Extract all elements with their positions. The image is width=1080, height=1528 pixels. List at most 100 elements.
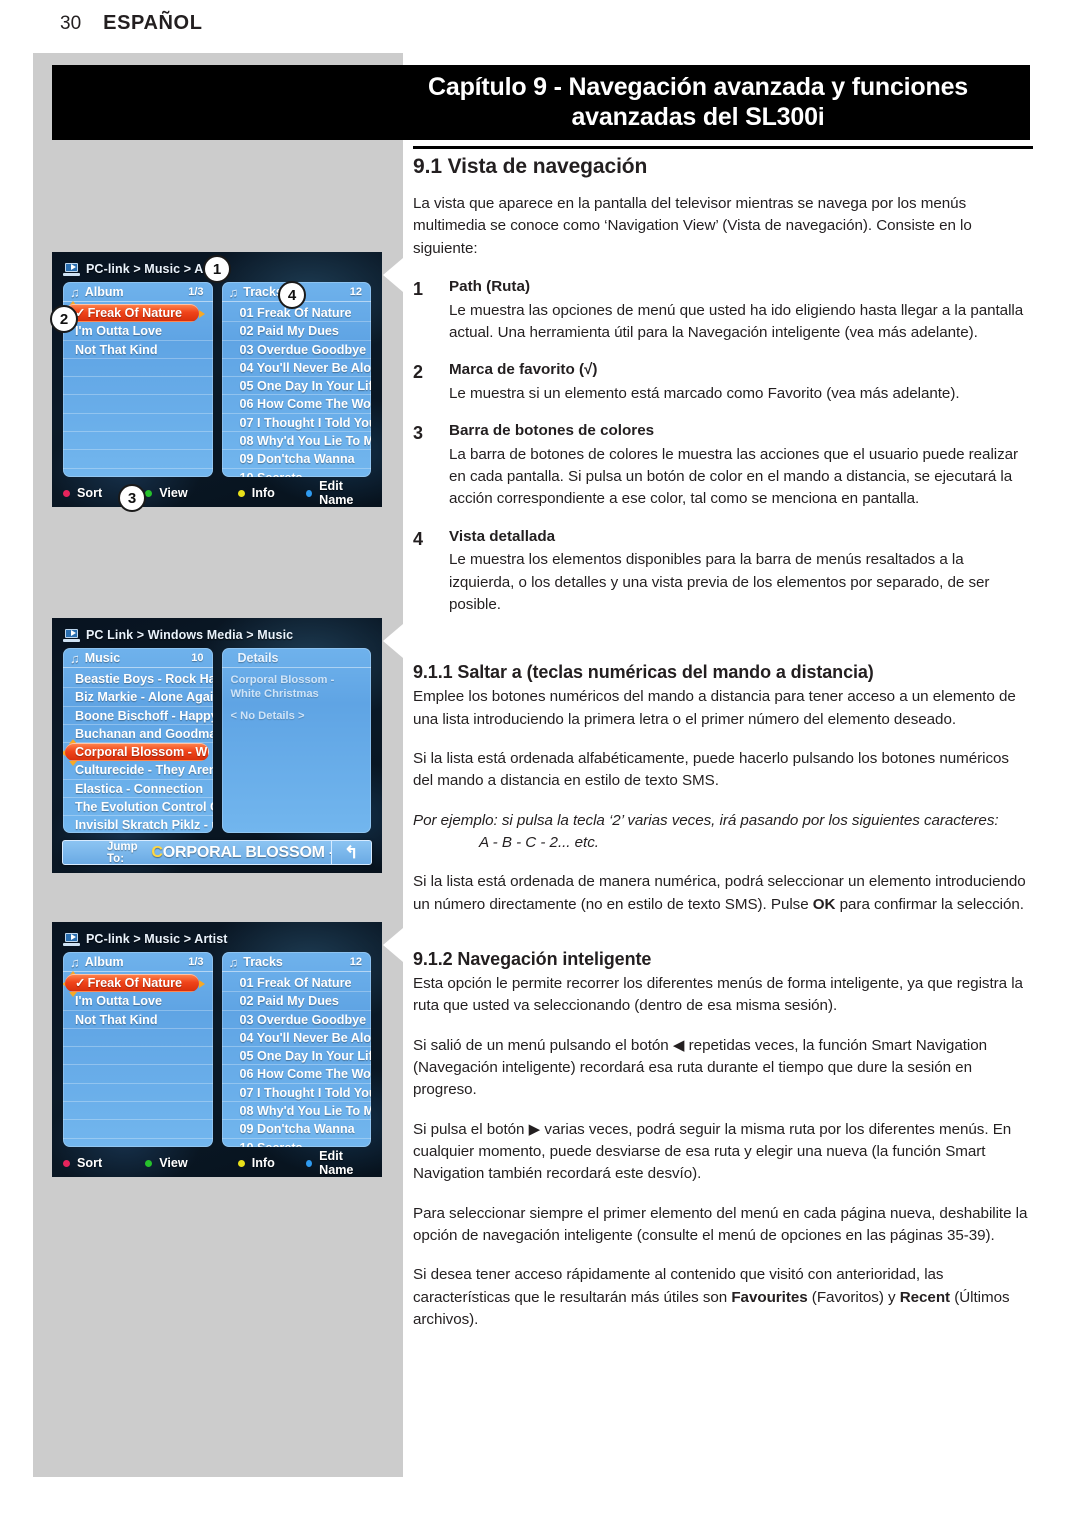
list-item[interactable]: 10 Secrets <box>222 1139 372 1147</box>
chapter-banner: Capítulo 9 - Navegación avanzada y funci… <box>52 65 1030 140</box>
tv3-left-rows: ✓ Freak Of Nature I'm Outta Love Not That… <box>63 971 213 1147</box>
list-item[interactable]: Corporal Blossom - Whit <box>65 743 209 762</box>
track-label: 04 You'll Never Be Alon <box>239 1030 372 1045</box>
list-item[interactable]: 08 Why'd You Lie To M <box>221 432 371 451</box>
list-item[interactable]: 04 You'll Never Be Alon <box>221 359 371 378</box>
list-item[interactable]: 03 Overdue Goodbye <box>221 341 371 359</box>
color-button-info[interactable]: Info <box>237 1156 307 1170</box>
tv2-path-bar: PC Link > Windows Media > Music <box>63 624 374 646</box>
color-button-sort-label: Sort <box>77 1156 103 1170</box>
list-item[interactable]: 08 Why'd You Lie To M <box>221 1102 371 1121</box>
tv1-right-pane[interactable]: ♫ Tracks 12 01 Freak Of Nature 02 Paid My… <box>221 282 372 477</box>
color-button-sort[interactable]: Sort <box>63 1156 145 1170</box>
color-button-edit-name[interactable]: Edit Name <box>306 479 371 507</box>
list-item[interactable]: ✓ Freak Of Nature <box>65 304 199 323</box>
tv3-left-pane[interactable]: ♫ Album 1/3 ✓ Freak Of Nature I'm Outta Lo… <box>63 952 213 1147</box>
list-item[interactable]: 09 Don'tcha Wanna <box>221 450 371 469</box>
pc-link-icon <box>63 628 80 642</box>
list-item[interactable]: Boone Bischoff - Happy I <box>63 707 213 725</box>
color-button-edit-name[interactable]: Edit Name <box>306 1149 371 1177</box>
list-item[interactable]: The Evolution Control Co <box>63 798 213 817</box>
track-label: 10 Secrets <box>240 471 303 477</box>
tv2-details-line1: Corporal Blossom - White Christmas <box>230 674 335 700</box>
list-item[interactable]: 07 I Thought I Told You <box>221 414 371 433</box>
green-dot-icon <box>145 1159 153 1167</box>
track-label: 03 Overdue Goodbye <box>239 342 367 357</box>
blue-dot-icon <box>306 1159 313 1167</box>
enter-key-icon[interactable]: ↰ <box>330 841 371 864</box>
color-button-view-label: View <box>159 1156 188 1170</box>
list-item[interactable]: Not That Kind <box>63 1011 213 1029</box>
color-button-sort-label: Sort <box>77 486 103 500</box>
subsection-912-p1: Esta opción le permite recorrer los dife… <box>413 974 1023 1015</box>
list-item[interactable]: Beastie Boys - Rock Har <box>63 670 213 689</box>
pc-link-icon <box>63 932 80 946</box>
numbered-item-2-title: Marca de favorito (√) <box>449 361 598 379</box>
subsection-912-p5: Si desea tener acceso rápidamente al con… <box>413 1264 1033 1331</box>
color-button-info-label: Info <box>251 1156 275 1170</box>
numbered-item-3-number: 3 <box>413 423 424 444</box>
callout-pointer-triangle-1 <box>383 258 403 292</box>
list-empty-row <box>63 1102 213 1121</box>
list-item[interactable]: Biz Markie - Alone Again <box>63 688 213 707</box>
list-empty-row <box>63 1084 213 1103</box>
tv2-left-pane-title: Music <box>84 651 121 665</box>
list-item[interactable]: 02 Paid My Dues <box>221 992 371 1011</box>
tv2-left-pane[interactable]: ♫ Music 10 Beastie Boys - Rock Har Biz Ma… <box>63 648 213 833</box>
list-item[interactable]: ✓ Freak Of Nature <box>65 974 199 993</box>
section-intro: La vista que aparece en la pantalla del … <box>413 195 972 257</box>
list-item[interactable]: 07 I Thought I Told You <box>221 1084 371 1103</box>
subsection-911-p5-after: para confirmar la selección. <box>835 895 1024 913</box>
list-item[interactable]: 05 One Day In Your Life <box>221 377 371 396</box>
numbered-item-2-number: 2 <box>413 362 424 383</box>
list-item[interactable]: 06 How Come The Worl <box>221 1065 371 1084</box>
color-button-view[interactable]: View <box>145 1156 238 1170</box>
red-dot-icon <box>63 1159 70 1167</box>
list-item[interactable]: 06 How Come The Worl <box>221 395 372 414</box>
tv3-right-pane[interactable]: ♫ Tracks 12 01 Freak Of Nature 02 Paid My… <box>221 952 372 1147</box>
subsection-912-p2-before: Si salió de un menú pulsando el botón <box>413 1036 673 1054</box>
tv1-left-rows: ✓ Freak Of Nature I'm Outta Love Not That… <box>63 301 213 477</box>
track-label: 10 Secrets <box>240 1141 303 1147</box>
tv3-color-button-bar: Sort View Info Edit Name <box>63 1149 371 1177</box>
list-item[interactable]: 01 Freak Of Nature <box>221 974 371 993</box>
list-item[interactable]: I'm Outta Love <box>63 992 213 1011</box>
tv2-details-line2: < No Details > <box>230 710 305 722</box>
music-note-icon: ♫ <box>228 284 239 300</box>
list-item[interactable]: Not That Kind <box>63 341 213 359</box>
color-button-info[interactable]: Info <box>237 486 307 500</box>
jump-to-highlight-char: C <box>151 843 163 861</box>
list-item[interactable]: Invisibl Skratch Piklz - u <box>63 816 213 833</box>
callout-4: 4 <box>278 281 306 309</box>
list-item[interactable]: 09 Don'tcha Wanna <box>221 1120 371 1139</box>
tv2-details-pane[interactable]: Details Corporal Blossom - White Christm… <box>221 648 371 833</box>
list-item[interactable]: 02 Paid My Dues <box>221 322 371 341</box>
list-item[interactable]: 10 Secrets <box>222 469 372 477</box>
list-item[interactable]: 03 Overdue Goodbye <box>221 1011 371 1029</box>
tv1-left-pane[interactable]: ♫ Album 1/3 ✓ Freak Of Nature I'm Outta Lo… <box>63 282 213 477</box>
list-item[interactable]: Elastica - Connection <box>63 780 213 799</box>
color-button-view[interactable]: View <box>145 486 238 500</box>
list-item[interactable]: 04 You'll Never Be Alon <box>221 1029 372 1048</box>
list-item[interactable]: Buchanan and Goodman <box>63 725 213 744</box>
track-label: 06 How Come The Worl <box>239 397 372 412</box>
numbered-item-1-text: Le muestra las opciones de menú que uste… <box>449 301 1024 341</box>
list-item[interactable]: 05 One Day In Your Life <box>221 1047 371 1066</box>
tv2-left-pane-header: ♫ Music 10 <box>63 648 213 668</box>
list-item[interactable]: I'm Outta Love <box>63 322 213 341</box>
music-label: Invisibl Skratch Piklz - u <box>75 818 213 833</box>
callout-pointer-triangle-3 <box>383 928 403 962</box>
numbered-item-4-text: Le muestra los elementos disponibles par… <box>449 551 990 613</box>
jump-to-input[interactable]: CORPORAL BLOSSOM - WHITI <box>151 844 330 862</box>
track-label: 09 Don'tcha Wanna <box>239 452 355 467</box>
list-empty-row <box>63 1065 213 1084</box>
list-item[interactable]: Culturecide - They Aren't <box>63 761 213 780</box>
numbered-item-1: 1 Path (Ruta) Le muestra las opciones de… <box>413 277 1033 344</box>
music-note-icon: ♫ <box>70 650 80 666</box>
subsection-911-title: 9.1.1 Saltar a (teclas numéricas del man… <box>413 662 874 683</box>
jump-to-bar[interactable]: Jump To: CORPORAL BLOSSOM - WHITI ↰ <box>62 840 372 865</box>
music-note-icon: ♫ <box>70 954 80 970</box>
marker-right-icon <box>198 310 205 318</box>
tv2-panes: ♫ Music 10 Beastie Boys - Rock Har Biz Ma… <box>63 648 371 833</box>
numbered-item-3: 3 Barra de botones de colores La barra d… <box>413 421 1033 511</box>
